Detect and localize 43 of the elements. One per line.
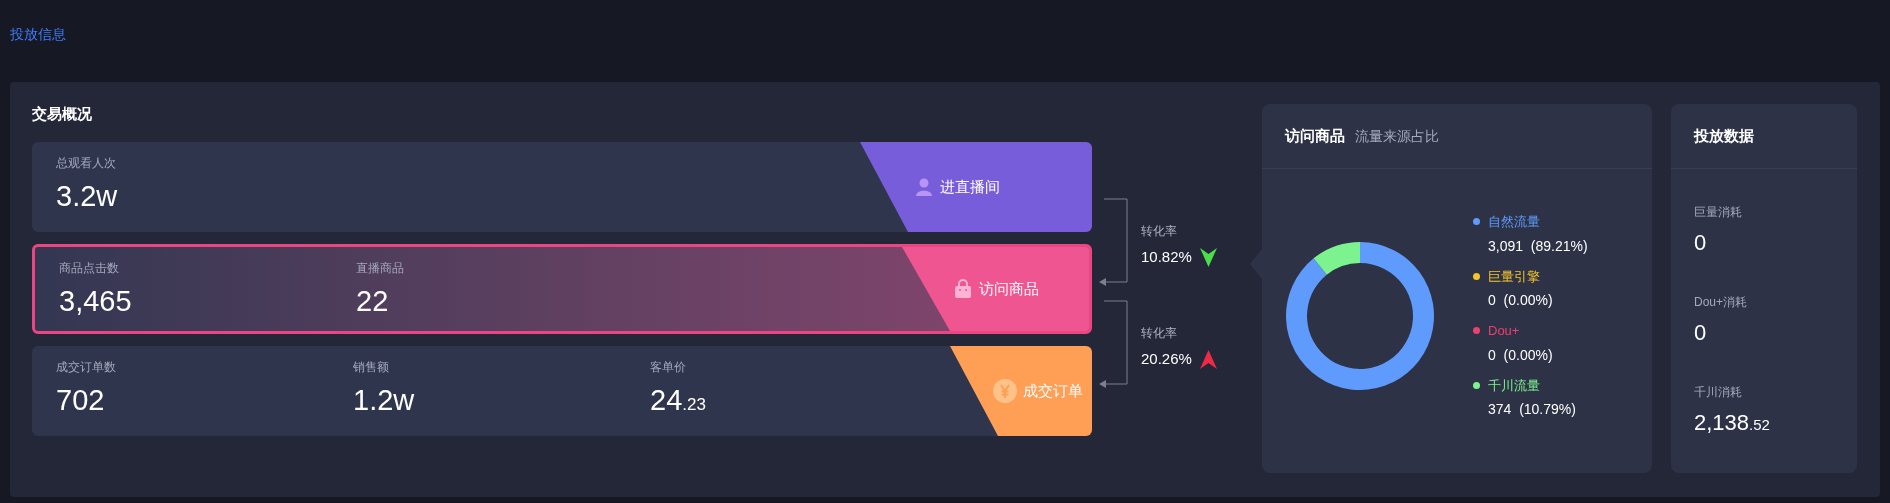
stat-label: Dou+消耗: [1694, 294, 1749, 311]
metric-label: 客单价: [650, 359, 687, 376]
badge-label: 成交订单: [1023, 380, 1083, 401]
metric-value: 24.23: [650, 383, 707, 418]
conversion-rate: 20.26%: [1141, 349, 1192, 369]
metric-value: 3.2w: [56, 179, 119, 214]
header-link[interactable]: 投放信息: [10, 26, 66, 42]
conversion-label: 转化率: [1141, 325, 1178, 342]
legend-label: Dou+: [1488, 322, 1520, 340]
metric-label: 成交订单数: [56, 359, 117, 376]
legend-label: 千川流量: [1488, 376, 1540, 395]
card-title: 访问商品: [1285, 125, 1345, 146]
stat-label: 巨量消耗: [1694, 204, 1743, 221]
conversion-rate: 10.82%: [1141, 247, 1192, 267]
card-title: 投放数据: [1694, 125, 1754, 146]
legend-reading: 374 (10.79%): [1487, 400, 1577, 419]
stat-value: 2,138.52: [1694, 409, 1771, 437]
card-subtitle: 流量来源占比: [1355, 126, 1439, 146]
metric-label: 商品点击数: [59, 260, 120, 277]
metric-value: 22: [356, 284, 390, 319]
metric-value: 702: [56, 383, 106, 418]
stat-value: 0: [1694, 319, 1708, 347]
stat-value: 0: [1694, 229, 1708, 257]
stat-label: 千川消耗: [1694, 384, 1743, 401]
badge-label: 访问商品: [979, 278, 1039, 299]
legend-label: 自然流量: [1488, 213, 1540, 231]
down-arrow-icon: [1199, 247, 1217, 267]
metric-value: 3,465: [59, 284, 133, 319]
legend-reading: 0 (0.00%): [1487, 345, 1554, 365]
conversion-label: 转化率: [1141, 223, 1178, 240]
shopping-bag-icon: [953, 279, 973, 299]
metric-label: 销售额: [353, 359, 390, 376]
person-icon: [914, 177, 934, 197]
section-title: 交易概况: [32, 104, 93, 124]
legend-reading: 3,091 (89.21%): [1487, 236, 1588, 256]
yen-coin-icon: [993, 379, 1017, 403]
metric-label: 直播商品: [356, 260, 405, 277]
legend-label: 巨量引擎: [1488, 267, 1540, 286]
metric-label: 总观看人次: [56, 155, 117, 172]
up-arrow-icon: [1199, 349, 1217, 369]
badge-label: 进直播间: [940, 176, 1000, 197]
metric-value: 1.2w: [353, 383, 416, 418]
legend-reading: 0 (0.00%): [1487, 291, 1554, 310]
